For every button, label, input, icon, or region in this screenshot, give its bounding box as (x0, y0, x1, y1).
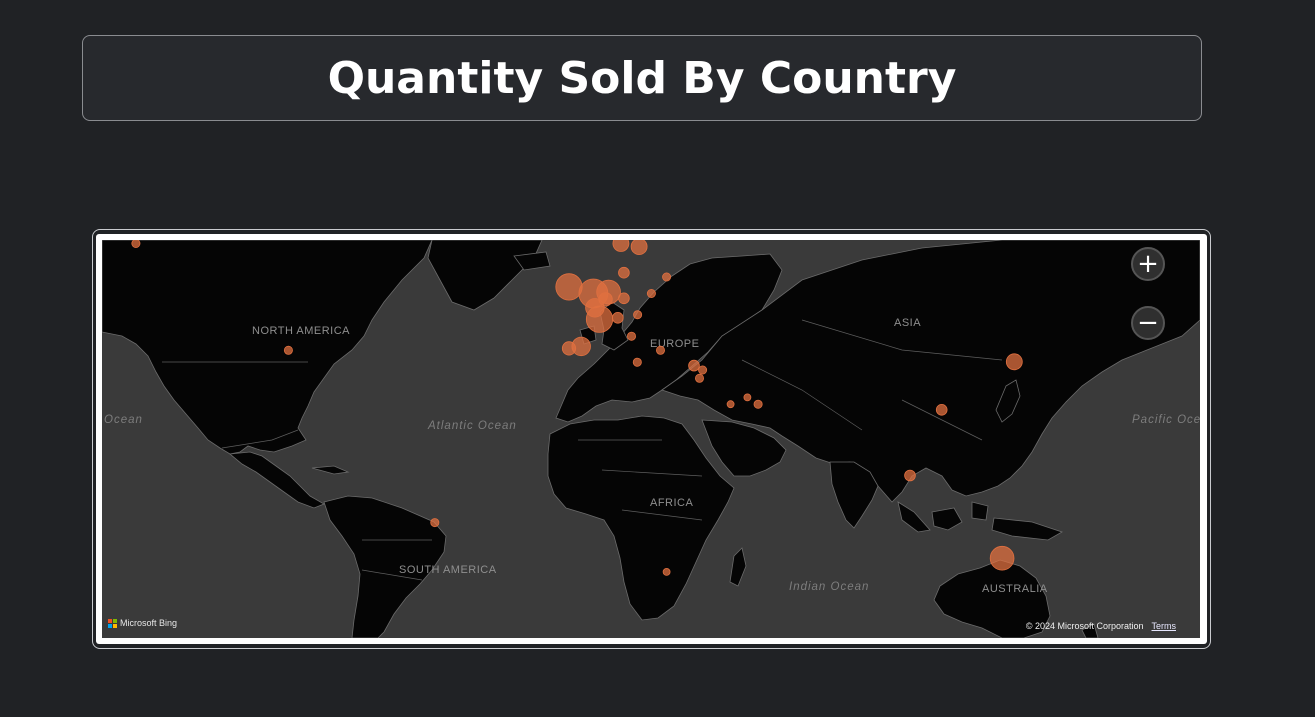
bubble-japan[interactable] (1005, 353, 1023, 371)
bubble-spain[interactable] (571, 336, 591, 357)
bubble-channel-islands[interactable] (585, 298, 605, 318)
bubble-sweden[interactable] (630, 240, 648, 255)
bubble-united-arab-emirates[interactable] (753, 399, 763, 409)
bubble-germany[interactable] (618, 292, 630, 305)
bing-attribution[interactable]: Microsoft Bing (108, 618, 177, 628)
bubble-lebanon[interactable] (698, 365, 708, 375)
bubble-hong-kong[interactable] (935, 404, 948, 416)
map-view[interactable]: NORTH AMERICA EUROPE ASIA AFRICA SOUTH A… (102, 240, 1200, 638)
page-title: Quantity Sold By Country (327, 52, 957, 104)
bubble-austria[interactable] (633, 310, 643, 320)
bubble-switzerland[interactable] (611, 312, 624, 324)
bubble-cyprus[interactable] (688, 359, 700, 372)
bubble-poland[interactable] (646, 289, 656, 299)
bubble-saudi-arabia[interactable] (726, 400, 735, 409)
bubble-alaska[interactable] (131, 240, 141, 248)
bubble-lithuania[interactable] (662, 272, 672, 282)
terms-link[interactable]: Terms (1152, 621, 1177, 631)
minus-icon: − (1137, 308, 1159, 338)
microsoft-logo-icon (108, 618, 117, 628)
bubble-bahrain[interactable] (743, 393, 752, 402)
bubble-ireland[interactable] (555, 273, 583, 301)
bubble-norway[interactable] (612, 240, 630, 252)
bubble-greece[interactable] (656, 345, 666, 355)
bubble-south-africa[interactable] (662, 567, 671, 576)
bubble-singapore[interactable] (904, 469, 916, 482)
bing-attribution-text: Microsoft Bing (120, 618, 178, 628)
bubble-israel[interactable] (695, 373, 705, 383)
zoom-out-button[interactable]: − (1131, 306, 1165, 340)
bubble-layer (131, 240, 1023, 576)
bubble-italy[interactable] (627, 331, 637, 341)
plus-icon: + (1137, 249, 1159, 279)
copyright-text: © 2024 Microsoft Corporation (1025, 621, 1144, 631)
bubble-united-states[interactable] (283, 345, 293, 355)
title-card: Quantity Sold By Country (82, 35, 1202, 121)
bubble-denmark[interactable] (618, 266, 630, 279)
zoom-in-button[interactable]: + (1131, 247, 1165, 281)
bubble-malta[interactable] (632, 357, 642, 367)
bubble-brazil[interactable] (430, 518, 440, 528)
bubble-australia[interactable] (989, 545, 1015, 571)
map-copyright: © 2024 Microsoft Corporation Terms (1026, 621, 1176, 631)
